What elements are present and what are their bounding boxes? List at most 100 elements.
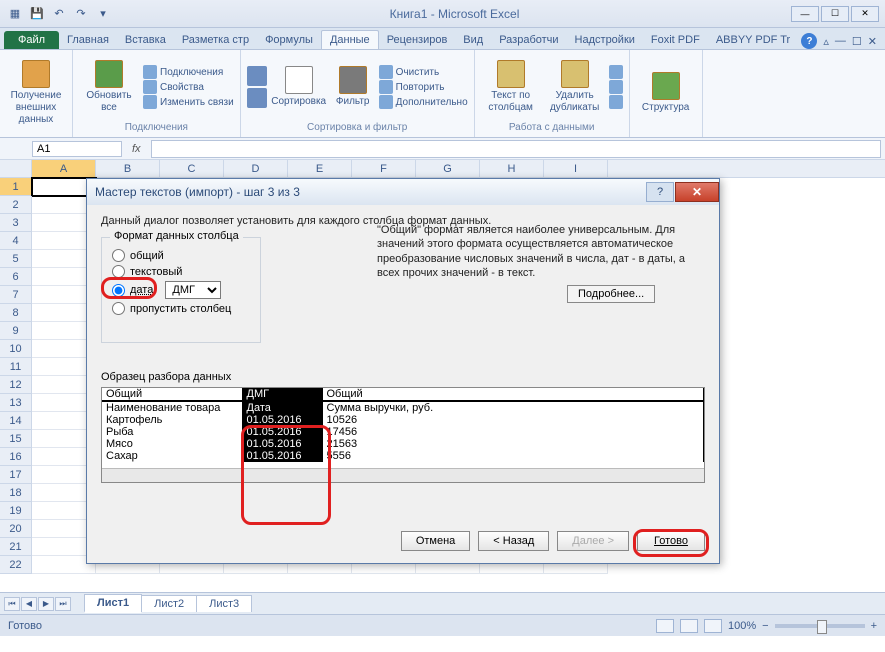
radio-general[interactable]: общий [112, 249, 250, 262]
consolidate-icon[interactable] [609, 80, 623, 94]
tab-layout[interactable]: Разметка стр [174, 31, 257, 49]
radio-skip[interactable]: пропустить столбец [112, 302, 250, 315]
qat-more-icon[interactable]: ▾ [94, 5, 112, 23]
row-header[interactable]: 16 [0, 448, 32, 466]
tab-addins[interactable]: Надстройки [567, 31, 643, 49]
sort-asc-icon[interactable] [247, 66, 267, 86]
row-header[interactable]: 1 [0, 178, 32, 196]
last-sheet-icon[interactable]: ⏭ [55, 597, 71, 611]
next-sheet-icon[interactable]: ▶ [38, 597, 54, 611]
first-sheet-icon[interactable]: ⏮ [4, 597, 20, 611]
zoom-in-icon[interactable]: + [871, 620, 877, 632]
col-header[interactable]: E [288, 160, 352, 177]
row-header[interactable]: 22 [0, 556, 32, 574]
text-to-columns-button[interactable]: Текст по столбцам [481, 60, 541, 114]
col-header[interactable]: A [32, 160, 96, 177]
col-header[interactable]: C [160, 160, 224, 177]
tab-file[interactable]: Файл [4, 31, 59, 49]
col-header[interactable]: F [352, 160, 416, 177]
details-button[interactable]: Подробнее... [567, 285, 655, 303]
fx-icon[interactable]: fx [122, 143, 151, 155]
col-header[interactable]: G [416, 160, 480, 177]
doc-close-icon[interactable]: ✕ [868, 35, 877, 48]
row-header[interactable]: 11 [0, 358, 32, 376]
row-header[interactable]: 17 [0, 466, 32, 484]
zoom-level[interactable]: 100% [728, 620, 756, 632]
prev-sheet-icon[interactable]: ◀ [21, 597, 37, 611]
row-header[interactable]: 20 [0, 520, 32, 538]
radio-date[interactable]: дата: ДМГ [112, 281, 250, 299]
row-header[interactable]: 18 [0, 484, 32, 502]
clear-filter-button[interactable]: Очистить [379, 65, 468, 79]
row-header[interactable]: 13 [0, 394, 32, 412]
sheet-tab[interactable]: Лист2 [141, 595, 197, 612]
row-header[interactable]: 9 [0, 322, 32, 340]
tab-review[interactable]: Рецензиров [379, 31, 456, 49]
row-header[interactable]: 6 [0, 268, 32, 286]
doc-minimize-icon[interactable]: — [835, 35, 846, 47]
name-box[interactable] [32, 141, 122, 157]
tab-home[interactable]: Главная [59, 31, 117, 49]
excel-icon[interactable]: ▦ [6, 5, 24, 23]
maximize-button[interactable]: ☐ [821, 6, 849, 22]
tab-foxit[interactable]: Foxit PDF [643, 31, 708, 49]
doc-restore-icon[interactable]: ☐ [852, 35, 862, 48]
tab-view[interactable]: Вид [455, 31, 491, 49]
row-header[interactable]: 7 [0, 286, 32, 304]
sort-desc-icon[interactable] [247, 88, 267, 108]
row-header[interactable]: 4 [0, 232, 32, 250]
row-header[interactable]: 10 [0, 340, 32, 358]
finish-button[interactable]: Готово [637, 531, 705, 551]
help-icon[interactable]: ? [801, 33, 817, 49]
save-icon[interactable]: 💾 [28, 5, 46, 23]
close-button[interactable]: ✕ [851, 6, 879, 22]
sheet-tab[interactable]: Лист3 [196, 595, 252, 612]
get-external-data-button[interactable]: Получение внешних данных [6, 60, 66, 126]
row-header[interactable]: 19 [0, 502, 32, 520]
data-preview[interactable]: Общий ДМГ Общий Наименование товараДатаС… [101, 387, 705, 483]
back-button[interactable]: < Назад [478, 531, 549, 551]
row-header[interactable]: 3 [0, 214, 32, 232]
col-header[interactable]: B [96, 160, 160, 177]
normal-view-icon[interactable] [656, 619, 674, 633]
row-header[interactable]: 15 [0, 430, 32, 448]
row-header[interactable]: 21 [0, 538, 32, 556]
col-header[interactable]: D [224, 160, 288, 177]
preview-col-header-selected[interactable]: ДМГ [242, 388, 322, 401]
reapply-button[interactable]: Повторить [379, 80, 468, 94]
filter-button[interactable]: Фильтр [331, 66, 375, 108]
formula-input[interactable] [151, 140, 881, 158]
advanced-filter-button[interactable]: Дополнительно [379, 95, 468, 109]
preview-col-header[interactable]: Общий [322, 388, 704, 401]
validation-icon[interactable] [609, 65, 623, 79]
cancel-button[interactable]: Отмена [401, 531, 470, 551]
dialog-close-button[interactable]: ✕ [675, 182, 719, 202]
select-all-corner[interactable] [0, 160, 32, 177]
ribbon-collapse-icon[interactable]: ▵ [823, 35, 829, 48]
col-header[interactable]: I [544, 160, 608, 177]
sort-button[interactable]: Сортировка [271, 66, 327, 108]
col-header[interactable]: H [480, 160, 544, 177]
zoom-slider[interactable] [775, 624, 865, 628]
refresh-all-button[interactable]: Обновить все [79, 60, 139, 114]
page-layout-view-icon[interactable] [680, 619, 698, 633]
radio-text[interactable]: текстовый [112, 265, 250, 278]
minimize-button[interactable]: — [791, 6, 819, 22]
remove-duplicates-button[interactable]: Удалить дубликаты [545, 60, 605, 114]
row-header[interactable]: 2 [0, 196, 32, 214]
whatif-icon[interactable] [609, 95, 623, 109]
preview-scrollbar[interactable] [102, 468, 704, 482]
edit-links-button[interactable]: Изменить связи [143, 95, 234, 109]
connections-button[interactable]: Подключения [143, 65, 234, 79]
tab-abbyy[interactable]: ABBYY PDF Tr [708, 31, 798, 49]
row-header[interactable]: 8 [0, 304, 32, 322]
tab-developer[interactable]: Разработчи [491, 31, 566, 49]
properties-button[interactable]: Свойства [143, 80, 234, 94]
page-break-view-icon[interactable] [704, 619, 722, 633]
redo-icon[interactable]: ↷ [72, 5, 90, 23]
date-format-select[interactable]: ДМГ [165, 281, 221, 299]
tab-formulas[interactable]: Формулы [257, 31, 321, 49]
row-header[interactable]: 14 [0, 412, 32, 430]
row-header[interactable]: 5 [0, 250, 32, 268]
sheet-tab[interactable]: Лист1 [84, 594, 142, 613]
